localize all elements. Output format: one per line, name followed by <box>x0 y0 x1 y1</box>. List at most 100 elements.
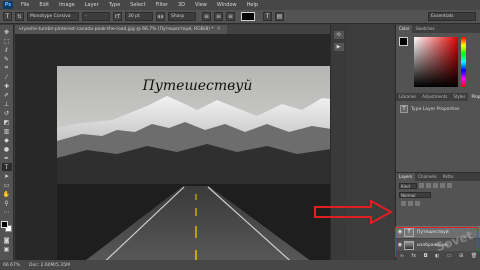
antialias-value: Sharp <box>171 14 185 19</box>
mountain-road-photo <box>57 96 338 267</box>
move-tool-icon[interactable]: ✥ <box>2 28 12 36</box>
font-size-select[interactable]: 30 pt <box>125 12 153 21</box>
status-bar: 66.67% Doc: 2.60M/5.35M <box>0 260 480 270</box>
filter-pixel-icon[interactable] <box>419 183 424 188</box>
history-panel-icon[interactable]: ⟲ <box>333 31 344 39</box>
path-select-tool-icon[interactable]: ➤ <box>2 172 12 180</box>
color-field[interactable] <box>414 37 458 87</box>
shape-tool-icon[interactable]: ▭ <box>2 181 12 189</box>
font-size-value: 30 pt <box>128 14 140 19</box>
layer-style-icon[interactable]: fx <box>411 253 416 259</box>
annotation-arrow-icon <box>314 200 393 224</box>
tab-paths[interactable]: Paths <box>440 173 457 181</box>
foreground-color-swatch[interactable] <box>1 221 8 228</box>
lock-pixels-icon[interactable] <box>401 201 406 206</box>
clone-stamp-tool-icon[interactable]: ⊥ <box>2 100 12 108</box>
layer-kind-value: Kind <box>401 183 410 189</box>
warp-text-icon[interactable]: T <box>263 12 272 21</box>
zoom-level[interactable]: 66.67% <box>3 263 29 268</box>
layer-kind-select[interactable]: Kind <box>399 182 417 189</box>
gradient-tool-icon[interactable]: ▥ <box>2 127 12 135</box>
lock-all-icon[interactable] <box>415 201 420 206</box>
fg-bg-colors[interactable] <box>1 221 12 232</box>
lock-position-icon[interactable] <box>408 201 413 206</box>
doc-size-info[interactable]: Doc: 2.60M/5.35M <box>29 263 70 268</box>
type-tool-icon[interactable]: T <box>1 163 12 171</box>
menu-select[interactable]: Select <box>125 2 150 8</box>
panel-foreground-swatch[interactable] <box>399 37 408 46</box>
history-brush-tool-icon[interactable]: ↺ <box>2 109 12 117</box>
canvas-workspace[interactable]: Путешествуй <box>15 34 345 267</box>
tab-swatches[interactable]: Swatches <box>412 25 437 33</box>
font-style-select[interactable]: - <box>82 12 110 21</box>
menu-type[interactable]: Type <box>104 2 125 8</box>
menu-edit[interactable]: Edit <box>34 2 54 8</box>
more-tools-icon[interactable]: ⋯ <box>2 208 12 216</box>
healing-tool-icon[interactable]: ✚ <box>2 82 12 90</box>
workspace-select[interactable]: Essentials <box>428 12 476 21</box>
tab-color[interactable]: Color <box>396 25 413 33</box>
collapsed-panels-strip: ⟲ ▶ <box>330 25 346 260</box>
link-layers-icon[interactable]: ∞ <box>400 253 404 259</box>
align-center-icon[interactable]: ≡ <box>214 12 223 21</box>
tab-styles[interactable]: Styles <box>450 93 468 101</box>
document-canvas-image[interactable]: Путешествуй <box>57 66 338 267</box>
watermark-text: Sovet <box>434 228 475 254</box>
antialias-select[interactable]: Sharp <box>168 12 196 21</box>
lock-row <box>396 199 480 208</box>
quick-select-tool-icon[interactable]: ✎ <box>2 55 12 63</box>
blend-mode-select[interactable]: Normal <box>399 191 431 198</box>
text-color-swatch[interactable] <box>241 12 255 21</box>
hue-slider[interactable] <box>461 37 466 87</box>
filter-smart-icon[interactable] <box>447 183 452 188</box>
marquee-tool-icon[interactable]: ⬚ <box>2 37 12 45</box>
menu-filter[interactable]: Filter <box>151 2 173 8</box>
type-tool-preset-icon[interactable]: T <box>3 12 12 21</box>
tab-properties[interactable]: Properties <box>468 93 480 101</box>
eraser-tool-icon[interactable]: ◩ <box>2 118 12 126</box>
canvas-text-layer[interactable]: Путешествуй <box>57 78 338 94</box>
orientation-toggle-icon[interactable]: ⇅ <box>15 12 24 21</box>
menu-file[interactable]: File <box>16 2 34 8</box>
workspace-value: Essentials <box>431 14 454 19</box>
document-tab[interactable]: vryeshe-tumblr-pinterest-canada-peak-the… <box>15 25 227 34</box>
menu-window[interactable]: Window <box>212 2 242 8</box>
screen-mode-icon[interactable]: ▣ <box>2 245 12 253</box>
properties-panel: T Type Layer Properties <box>396 101 480 173</box>
color-picker <box>396 33 480 93</box>
crop-tool-icon[interactable]: ⌗ <box>2 64 12 72</box>
tab-adjustments[interactable]: Adjustments <box>419 93 450 101</box>
font-family-select[interactable]: Monotype Corsiva <box>27 12 79 21</box>
type-layer-icon: T <box>400 105 408 113</box>
character-panel-icon[interactable]: ▤ <box>275 12 284 21</box>
tab-layers[interactable]: Layers <box>396 173 416 181</box>
quick-mask-icon[interactable]: ◙ <box>2 236 12 244</box>
menu-view[interactable]: View <box>190 2 212 8</box>
tools-panel: ✥ ⬚ ℓ ✎ ⌗ ⁄ ✚ ✐ ⊥ ↺ ◩ ▥ ◆ ● ✒ T ➤ ▭ ✋ ⚲ … <box>0 25 14 260</box>
color-panel-tabs: Color Swatches <box>396 25 480 33</box>
dodge-tool-icon[interactable]: ● <box>2 145 12 153</box>
play-action-icon[interactable]: ▶ <box>333 43 344 51</box>
hand-tool-icon[interactable]: ✋ <box>2 190 12 198</box>
menu-3d[interactable]: 3D <box>173 2 190 8</box>
pen-tool-icon[interactable]: ✒ <box>2 154 12 162</box>
blur-tool-icon[interactable]: ◆ <box>2 136 12 144</box>
menu-image[interactable]: Image <box>54 2 80 8</box>
align-left-icon[interactable]: ≡ <box>202 12 211 21</box>
menu-help[interactable]: Help <box>242 2 263 8</box>
brush-tool-icon[interactable]: ✐ <box>2 91 12 99</box>
eyedropper-tool-icon[interactable]: ⁄ <box>2 73 12 81</box>
photoshop-logo: Ps <box>3 1 13 9</box>
tab-channels[interactable]: Channels <box>415 173 440 181</box>
menu-layer[interactable]: Layer <box>80 2 104 8</box>
align-right-icon[interactable]: ≡ <box>226 12 235 21</box>
properties-label: Type Layer Properties <box>411 106 460 112</box>
filter-type-icon[interactable] <box>433 183 438 188</box>
tab-libraries[interactable]: Libraries <box>396 93 419 101</box>
zoom-tool-icon[interactable]: ⚲ <box>2 199 12 207</box>
filter-shape-icon[interactable] <box>440 183 445 188</box>
filter-adjust-icon[interactable] <box>426 183 431 188</box>
font-style-value: - <box>85 14 87 19</box>
lasso-tool-icon[interactable]: ℓ <box>2 46 12 54</box>
close-tab-icon[interactable]: × <box>217 26 221 32</box>
